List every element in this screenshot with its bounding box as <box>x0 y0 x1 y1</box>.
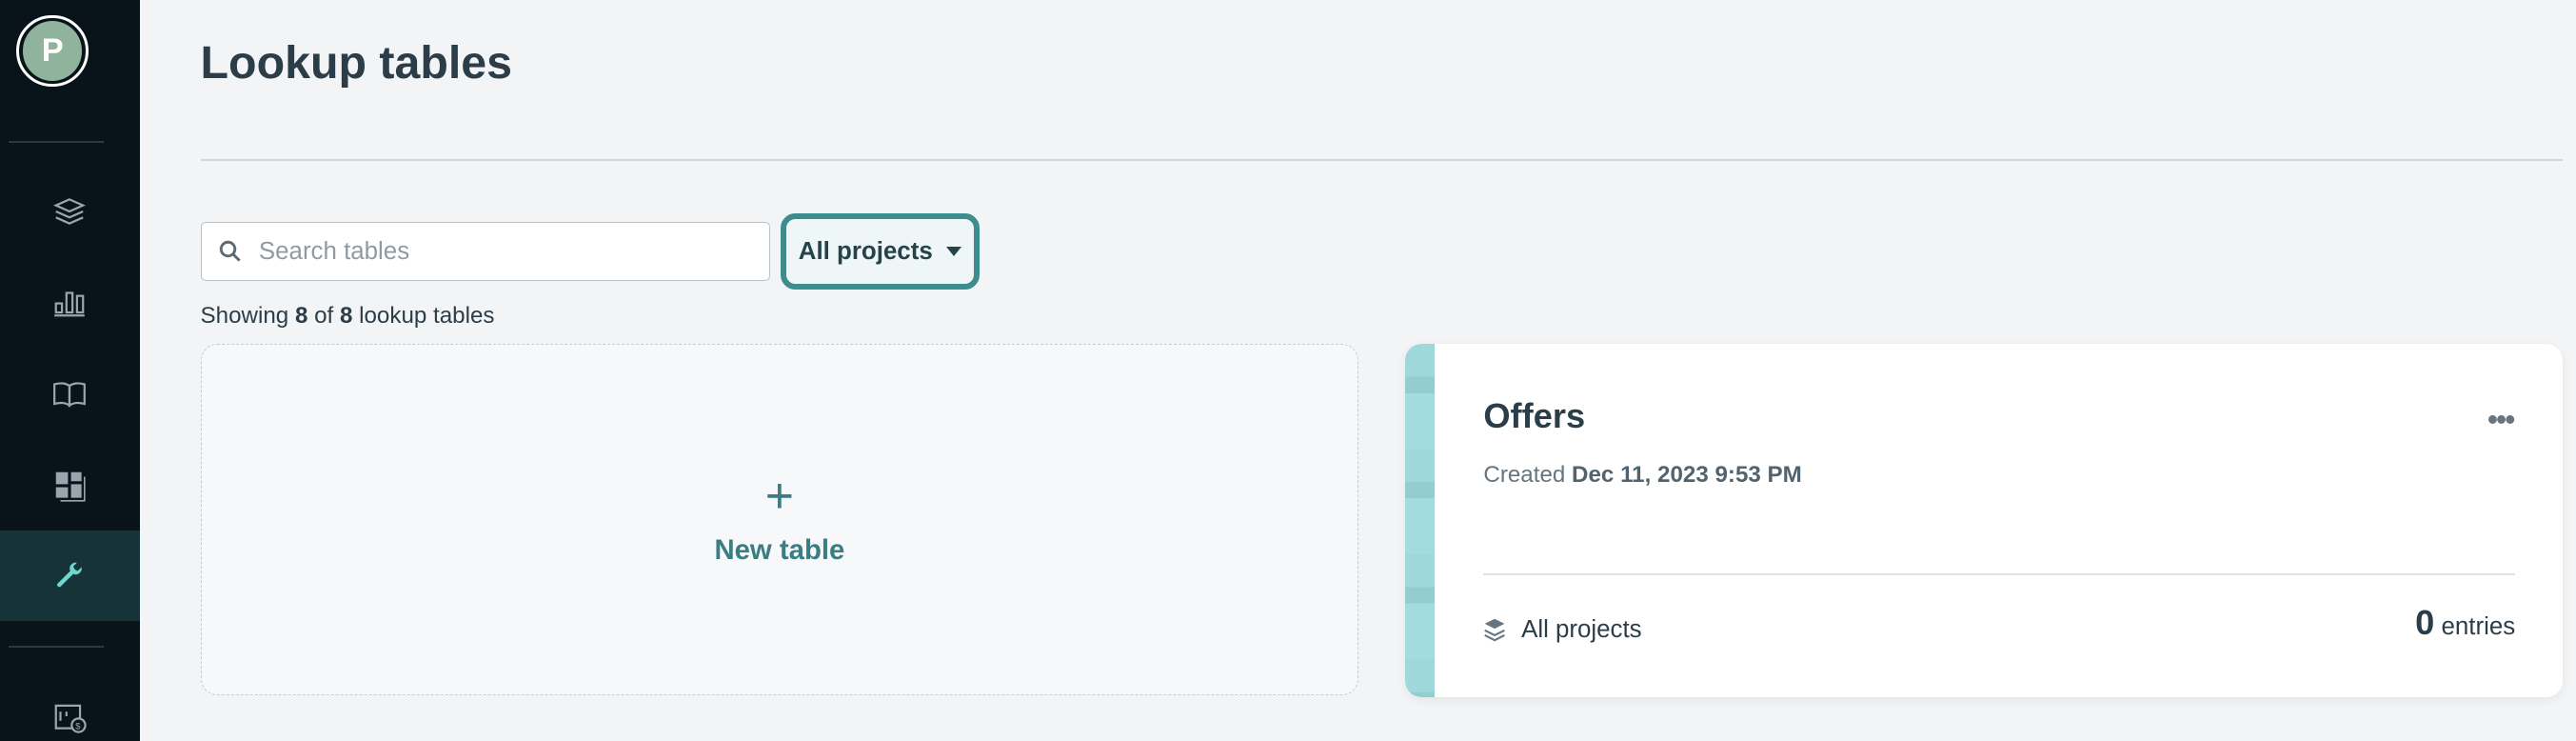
layers-icon <box>53 197 87 225</box>
wrench-icon <box>57 562 83 588</box>
card-pattern-strip <box>1404 343 1435 697</box>
card-divider <box>1483 573 2516 576</box>
page-title: Lookup tables <box>200 36 513 89</box>
avatar[interactable]: P <box>16 14 89 88</box>
new-table-label: New table <box>714 534 845 567</box>
created-label: Created <box>1483 461 1566 488</box>
search-input[interactable] <box>255 235 739 268</box>
sidebar-item-tools[interactable] <box>0 531 140 622</box>
new-table-button[interactable]: + New table <box>200 343 1359 695</box>
caret-down-icon <box>945 247 961 256</box>
search-field[interactable] <box>200 221 771 282</box>
sidebar-item-billing[interactable]: $ <box>0 671 140 741</box>
table-created: Created Dec 11, 2023 9:53 PM <box>1483 462 1801 489</box>
results-of: of <box>314 302 334 329</box>
app: P $ Lookup tables All projects Showing <box>0 0 2576 741</box>
plus-icon: + <box>764 467 794 523</box>
more-options-icon[interactable]: ••• <box>2487 403 2515 437</box>
project-filter-label: All projects <box>798 237 933 265</box>
search-icon <box>219 240 241 262</box>
results-count: Showing 8 of 8 lookup tables <box>201 303 495 330</box>
results-total: 8 <box>339 302 353 329</box>
sidebar-item-docs[interactable] <box>0 349 140 439</box>
avatar-letter: P <box>23 21 83 81</box>
entries-count: 0 <box>2415 603 2435 643</box>
sidebar-item-dashboards[interactable] <box>0 441 140 531</box>
dashboard-icon <box>56 471 86 502</box>
header-divider <box>200 159 2564 162</box>
project-filter-dropdown[interactable]: All projects <box>780 213 980 290</box>
billing-icon: $ <box>54 704 88 733</box>
results-suffix: lookup tables <box>359 302 495 329</box>
entries-label: entries <box>2441 613 2516 641</box>
table-project: All projects <box>1483 616 1642 644</box>
layers-icon <box>1484 618 1506 642</box>
sidebar-item-analytics[interactable] <box>0 256 140 347</box>
created-date: Dec 11, 2023 9:53 PM <box>1572 461 1802 488</box>
bar-chart-icon <box>54 291 86 317</box>
project-name: All projects <box>1521 616 1642 644</box>
sidebar: P $ <box>0 0 140 741</box>
results-prefix: Showing <box>200 302 289 329</box>
results-shown: 8 <box>294 302 308 329</box>
table-entries: 0 entries <box>2415 603 2515 643</box>
sidebar-divider <box>8 141 104 144</box>
book-icon <box>53 382 87 409</box>
sidebar-item-projects[interactable] <box>0 166 140 256</box>
sidebar-divider <box>8 646 104 648</box>
svg-text:$: $ <box>76 721 82 731</box>
table-name: Offers <box>1483 395 1586 435</box>
table-card[interactable]: Offers ••• Created Dec 11, 2023 9:53 PM … <box>1404 343 2564 697</box>
